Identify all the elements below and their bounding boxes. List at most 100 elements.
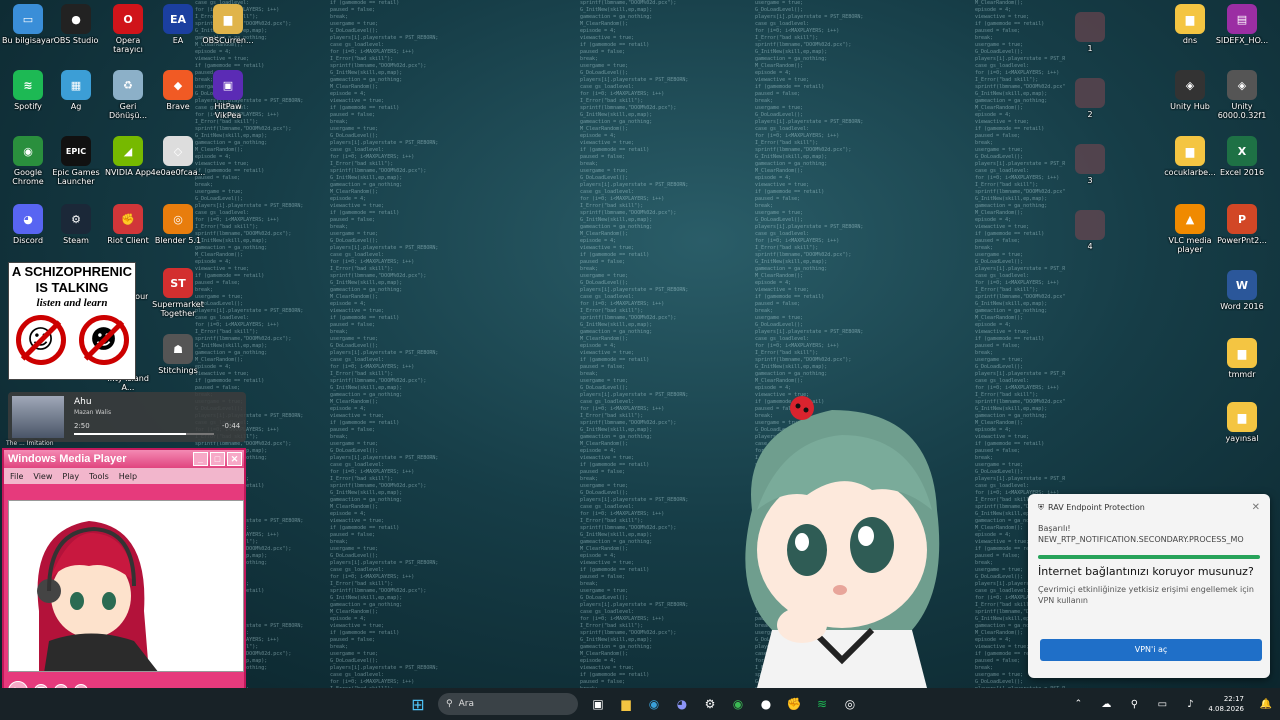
steam-icon[interactable]: ⚙ [699,693,721,715]
app-icon: ◇ [163,136,193,166]
desktop-icon[interactable]: ▣ HitPaw VikPea [200,70,256,120]
desktop-icon[interactable]: ▆ dns [1162,4,1218,45]
task-view-icon[interactable]: ▣ [587,693,609,715]
microphone-icon[interactable]: ⚲ [1123,693,1145,715]
desktop-icon[interactable]: ✊ Riot Client [100,204,156,245]
discord-icon[interactable]: ◕ [671,693,693,715]
desktop-icon-label: VLC media player [1168,236,1212,254]
app-icon: ✊ [113,204,143,234]
desktop-icon-label: 4e0ae0fcaa... [150,168,206,177]
wmp-menu-item[interactable]: File [10,472,23,481]
desktop-icon-label: OBSCurren... [202,36,254,45]
desktop-icon[interactable]: ▆ cocuklarbe... [1162,136,1218,177]
desktop-icon[interactable]: ST Supermarket Together [150,268,206,318]
desktop-icon[interactable]: O Opera tarayıcı [100,4,156,54]
desktop-icon[interactable]: 3 [1062,144,1118,185]
desktop-icon[interactable]: ⚙ Steam [48,204,104,245]
app-icon: ▭ [13,4,43,34]
desktop-icon[interactable]: ◈ Unity 6000.0.32f1 [1214,70,1270,120]
desktop-icon-label: Geri Dönüşü... [108,102,148,120]
close-button[interactable]: ✕ [227,452,242,466]
desktop-icon[interactable]: 1 [1062,12,1118,53]
app-icon: ST [163,268,193,298]
desktop-icon[interactable]: ◈ Unity Hub [1162,70,1218,111]
wmp-menu-item[interactable]: Play [62,472,79,481]
riot-icon[interactable]: ✊ [783,693,805,715]
poster-line2: IS TALKING [35,280,109,295]
rav-notification-toast[interactable]: ⛨ RAV Endpoint Protection ✕ Başarılı! NE… [1028,494,1270,678]
spotify-icon[interactable]: ≋ [811,693,833,715]
desktop-icon[interactable]: X Excel 2016 [1214,136,1270,177]
chevron-up-icon[interactable]: ⌃ [1067,693,1089,715]
desktop-icon[interactable]: W Word 2016 [1214,270,1270,311]
desktop-icon-label: tmmdr [1228,370,1256,379]
minimize-button[interactable]: _ [193,452,208,466]
desktop-icon[interactable]: ◢ NVIDIA App [100,136,156,177]
desktop-icon-label: Discord [12,236,44,245]
file-explorer-icon[interactable]: ▆ [615,693,637,715]
desktop-icon[interactable]: ▤ SIDEFX_HO... [1214,4,1270,45]
tray-icon[interactable]: ☁ [1095,693,1117,715]
edge-icon[interactable]: ◉ [643,693,665,715]
elapsed-time: 2:50 [74,422,90,430]
desktop-icon[interactable]: EA EA [150,4,206,45]
desktop-icon[interactable]: 2 [1062,78,1118,119]
desktop-icon[interactable]: ◆ Brave [150,70,206,111]
battery-icon[interactable]: ▭ [1151,693,1173,715]
desktop-icon[interactable]: ▦ Ag [48,70,104,111]
speaker-icon[interactable]: ♪ [1179,693,1201,715]
desktop-icon-label: 1 [1087,44,1093,53]
desktop-icon[interactable]: ☗ Stitchings [150,334,206,375]
app-icon: ▆ [1227,402,1257,432]
app-icon: ◆ [163,70,193,100]
play-icon[interactable]: ▶ [8,681,28,688]
wmp-menubar: File View Play Tools Help [4,468,244,484]
desktop-icon-label: cocuklarbe... [1164,168,1216,177]
clock[interactable]: 22:17 4.08.2026 [1208,694,1244,714]
maximize-button[interactable]: □ [210,452,225,466]
desktop-icon-label: Opera tarayıcı [113,36,143,54]
desktop-icon[interactable]: 4 [1062,210,1118,251]
app-icon: W [1227,270,1257,300]
poster-image[interactable]: A SCHIZOPHRENIC IS TALKING listen and le… [8,262,136,380]
desktop-icon[interactable]: ▆ yayınsal [1214,402,1270,443]
taskbar: ⊞ ⚲ Ara ▣ ▆ ◉ ◕ ⚙ ◉ ● ✊ ≋ ◎ ⌃ ☁ ⚲ ▭ ♪ 22… [0,688,1280,720]
windows-media-player-window[interactable]: Windows Media Player _ □ ✕ File View Play T… [2,448,246,688]
chrome-icon[interactable]: ◉ [727,693,749,715]
desktop-icon[interactable]: ◎ Blender 5.1 [150,204,206,245]
wmp-menu-item[interactable]: View [33,472,52,481]
obs-icon[interactable]: ● [755,693,777,715]
wmp-menu-item[interactable]: Help [119,472,137,481]
app-icon: ◈ [1175,70,1205,100]
desktop-icon-label: Blender 5.1 [154,236,202,245]
notification-bell-icon[interactable]: 🔔 [1255,693,1277,715]
pixel-art-girl-image [9,501,243,671]
search-box[interactable]: ⚲ Ara [438,693,578,715]
desktop-icon[interactable]: ♻ Geri Dönüşü... [100,70,156,120]
start-button[interactable]: ⊞ [407,693,429,715]
desktop-icon[interactable]: ▲ VLC media player [1162,204,1218,254]
app-icon[interactable]: ◎ [839,693,861,715]
desktop-icon-label: Unity 6000.0.32f1 [1217,102,1267,120]
app-icon: ▆ [213,4,243,34]
app-icon: EPIC [61,136,91,166]
desktop-icon[interactable]: ◇ 4e0ae0fcaa... [150,136,206,177]
desktop-icon[interactable]: ● OBS Studio [48,4,104,45]
desktop-icon[interactable]: ▆ tmmdr [1214,338,1270,379]
wmp-menu-item[interactable]: Tools [89,472,109,481]
desktop-icon[interactable]: ▆ OBSCurren... [200,4,256,45]
media-now-playing-widget[interactable]: Ahu Mazan Walis 2:50 -0:44 [8,392,246,442]
desktop-wallpaper: case gs_loadlevel: for (i=0; i<MAXPLAYER… [0,0,1280,688]
track-artist: Mazan Walis [74,409,112,416]
notification-code: NEW_RTP_NOTIFICATION.SECONDARY.PROCESS_M… [1038,535,1244,544]
app-icon: X [1227,136,1257,166]
wmp-controls: ▶ ■ ◀ ▶ [8,676,244,688]
desktop-icon[interactable]: P PowerPnt2... [1214,204,1270,245]
desktop-icon-label: Excel 2016 [1219,168,1265,177]
enable-vpn-button[interactable]: VPN'i aç [1040,639,1262,661]
desktop-icon-label: OBS Studio [53,36,99,45]
close-icon[interactable]: ✕ [1252,502,1260,513]
desktop-icon[interactable]: EPIC Epic Games Launcher [48,136,104,186]
track-progress-track[interactable] [74,433,214,435]
wmp-titlebar[interactable]: Windows Media Player _ □ ✕ [4,450,244,468]
